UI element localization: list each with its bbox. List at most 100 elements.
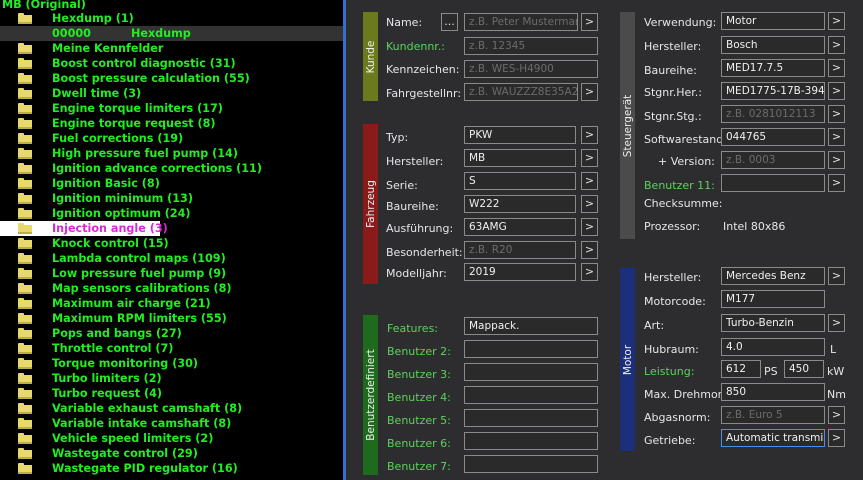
tree-node-hexdump-entry[interactable]: 00000 Hexdump — [0, 26, 346, 41]
softwarestand-field[interactable]: 044765 — [721, 128, 825, 146]
art-field[interactable]: Turbo-Benzin — [721, 314, 825, 332]
tree-node[interactable]: Variable intake camshaft (8) — [0, 416, 343, 431]
fz-hersteller-field[interactable]: MB — [464, 149, 576, 167]
motorcode-field[interactable]: M177 — [721, 290, 825, 308]
ausfuehrung-more-button[interactable]: > — [581, 218, 598, 236]
tree-node-label: Injection angle (3) — [52, 222, 168, 235]
tree-node[interactable]: Engine torque request (8) — [0, 116, 343, 131]
tree-node[interactable]: Variable exhaust camshaft (8) — [0, 401, 343, 416]
tree-node[interactable]: Turbo request (4) — [0, 386, 343, 401]
tree-node[interactable]: Meine Kennfelder — [0, 41, 343, 56]
benutzer-field[interactable] — [464, 363, 598, 381]
group-kunde-bar: Kunde — [363, 12, 378, 101]
verwendung-field[interactable]: Motor — [721, 12, 825, 30]
tree-node[interactable]: Vehicle speed limiters (2) — [0, 431, 343, 446]
tree-node[interactable]: Low pressure fuel pump (9) — [0, 266, 343, 281]
tree-node[interactable]: Wastegate PID regulator (16) — [0, 461, 343, 476]
kundennr-field[interactable]: z.B. 12345 — [464, 37, 598, 55]
fahrgestellnr-field[interactable]: z.B. WAUZZZ8E35A235 — [464, 83, 578, 101]
benutzer-field[interactable] — [464, 340, 598, 358]
tree-node[interactable]: Injection angle (3) — [0, 221, 168, 236]
tree-node[interactable]: Wastegate control (29) — [0, 446, 343, 461]
drehmom-field[interactable]: 850 — [721, 383, 825, 401]
tree-node[interactable]: Throttle control (7) — [0, 341, 343, 356]
kw-unit: kW — [827, 365, 845, 378]
abgasnorm-more-button[interactable]: > — [828, 406, 845, 424]
typ-field[interactable]: PKW — [464, 126, 576, 144]
sg-hersteller-field[interactable]: Bosch — [721, 36, 825, 54]
leistung-label: Leistung: — [644, 365, 695, 378]
benutzer-field[interactable] — [464, 409, 598, 427]
getriebe-more-button[interactable]: > — [828, 429, 845, 447]
map-tree[interactable]: MB (Original) Hexdump (1) 00000 Hexdump … — [0, 0, 346, 480]
benutzer11-more-button[interactable]: > — [828, 174, 845, 192]
getriebe-field[interactable]: Automatic transmiss — [721, 429, 825, 447]
stgnr-her-more-button[interactable]: > — [828, 82, 845, 100]
tree-node[interactable]: Boost control diagnostic (31) — [0, 56, 343, 71]
abgasnorm-field[interactable]: z.B. Euro 5 — [721, 406, 825, 424]
tree-node-label: Ignition Basic (8) — [52, 177, 160, 190]
tree-node[interactable]: Ignition optimum (24) — [0, 206, 343, 221]
tree-node[interactable]: Ignition Basic (8) — [0, 176, 343, 191]
modelljahr-field[interactable]: 2019 — [464, 263, 576, 281]
serie-field[interactable]: S — [464, 172, 576, 190]
tree-node[interactable]: Dwell time (3) — [0, 86, 343, 101]
kennzeichen-field[interactable]: z.B. WES-H4900 — [464, 60, 598, 78]
tree-node[interactable]: Ignition minimum (13) — [0, 191, 343, 206]
sg-baureihe-more-button[interactable]: > — [828, 59, 845, 77]
folder-icon — [18, 58, 32, 69]
tree-node[interactable]: Lambda control maps (109) — [0, 251, 343, 266]
tree-node[interactable]: Engine torque limiters (17) — [0, 101, 343, 116]
tree-node[interactable]: Maximum RPM limiters (55) — [0, 311, 343, 326]
tree-node[interactable]: Boost pressure calculation (55) — [0, 71, 343, 86]
motor-hersteller-field[interactable]: Mercedes Benz — [721, 267, 825, 285]
leistung-kw-field[interactable]: 450 — [784, 360, 824, 378]
besonderheit-more-button[interactable]: > — [581, 241, 598, 259]
benutzer11-label: Benutzer 11: — [644, 179, 715, 192]
stgnr-stg-more-button[interactable]: > — [828, 105, 845, 123]
features-field[interactable]: Mappack. — [464, 317, 598, 335]
version-field[interactable]: z.B. 0003 — [721, 151, 825, 169]
fz-baureihe-field[interactable]: W222 — [464, 195, 576, 213]
fz-baureihe-more-button[interactable]: > — [581, 195, 598, 213]
art-more-button[interactable]: > — [828, 314, 845, 332]
tree-node[interactable]: High pressure fuel pump (14) — [0, 146, 343, 161]
name-picker-button[interactable]: ... — [441, 13, 458, 31]
tree-node-label: Ignition optimum (24) — [52, 207, 191, 220]
name-label: Name: — [386, 16, 423, 29]
benutzer-field[interactable] — [464, 386, 598, 404]
besonderheit-field[interactable]: z.B. R20 — [464, 241, 576, 259]
softwarestand-more-button[interactable]: > — [828, 128, 845, 146]
tree-node[interactable]: Maximum air charge (21) — [0, 296, 343, 311]
hubraum-field[interactable]: 4.0 — [721, 338, 825, 356]
sg-baureihe-field[interactable]: MED17.7.5 — [721, 59, 825, 77]
stgnr-stg-field[interactable]: z.B. 0281012113 — [721, 105, 825, 123]
motor-hersteller-more-button[interactable]: > — [828, 267, 845, 285]
benutzer-field[interactable] — [464, 432, 598, 450]
version-more-button[interactable]: > — [828, 151, 845, 169]
leistung-ps-field[interactable]: 612 — [721, 360, 761, 378]
tree-node[interactable]: Torque monitoring (30) — [0, 356, 343, 371]
name-more-button[interactable]: > — [581, 13, 598, 31]
verwendung-more-button[interactable]: > — [828, 12, 845, 30]
tree-node-label: Fuel corrections (19) — [52, 132, 184, 145]
tree-node[interactable]: Map sensors calibrations (8) — [0, 281, 343, 296]
benutzer11-field[interactable] — [721, 174, 825, 192]
stgnr-her-field[interactable]: MED1775-17B-3943 — [721, 82, 825, 100]
ausfuehrung-field[interactable]: 63AMG — [464, 218, 576, 236]
benutzer-field[interactable] — [464, 455, 598, 473]
tree-node[interactable]: Knock control (15) — [0, 236, 343, 251]
modelljahr-more-button[interactable]: > — [581, 263, 598, 281]
tree-node-hexdump[interactable]: Hexdump (1) — [0, 11, 346, 26]
sg-hersteller-more-button[interactable]: > — [828, 36, 845, 54]
tree-node[interactable]: Pops and bangs (27) — [0, 326, 343, 341]
name-field[interactable]: z.B. Peter Mustermann — [464, 13, 578, 31]
fahrgestellnr-more-button[interactable]: > — [581, 83, 598, 101]
tree-node[interactable]: Fuel corrections (19) — [0, 131, 343, 146]
tree-node[interactable]: Turbo limiters (2) — [0, 371, 343, 386]
folder-icon — [18, 73, 32, 84]
serie-more-button[interactable]: > — [581, 172, 598, 190]
typ-more-button[interactable]: > — [581, 126, 598, 144]
tree-node[interactable]: Ignition advance corrections (11) — [0, 161, 343, 176]
fz-hersteller-more-button[interactable]: > — [581, 149, 598, 167]
